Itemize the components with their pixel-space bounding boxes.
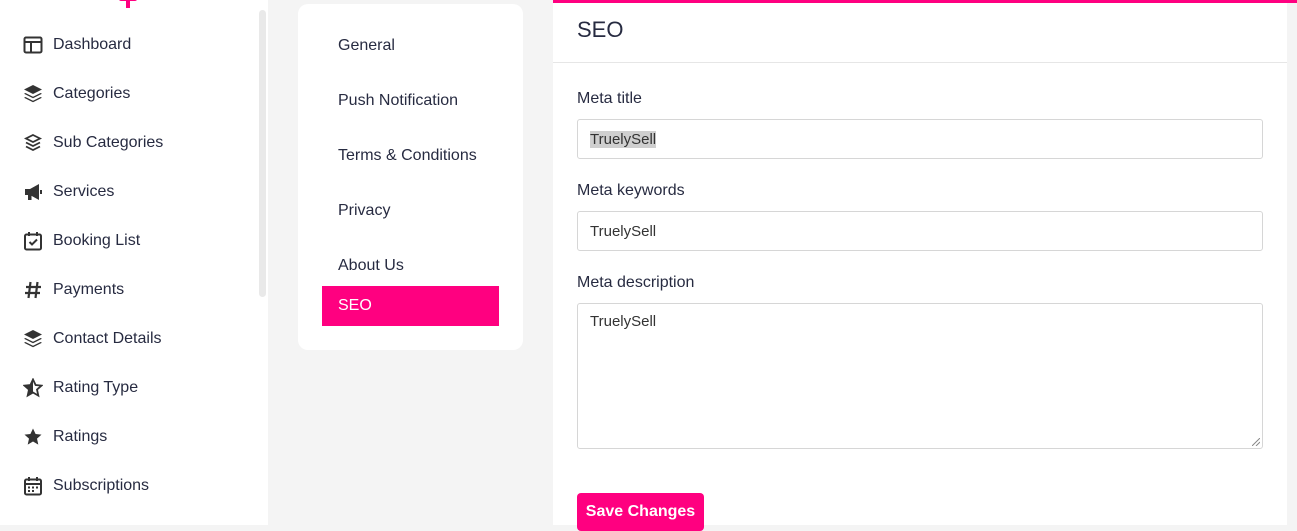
- calendar-check-icon: [22, 230, 44, 252]
- settings-item-general[interactable]: General: [338, 37, 395, 55]
- layers-outline-icon: [22, 132, 44, 154]
- meta-description-value: TruelySell: [590, 313, 657, 330]
- meta-title-input[interactable]: TruelySell: [577, 119, 1263, 159]
- sidebar: Dashboard Categories Sub Categories Serv…: [0, 0, 268, 525]
- dashboard-icon: [22, 34, 44, 56]
- meta-title-value: TruelySell: [590, 130, 657, 148]
- sidebar-item-categories[interactable]: Categories: [22, 82, 130, 106]
- megaphone-icon: [22, 181, 44, 203]
- sidebar-item-payments[interactable]: Payments: [22, 278, 124, 302]
- sidebar-item-label: Payments: [53, 281, 125, 298]
- resize-grip-icon[interactable]: [1252, 438, 1260, 446]
- meta-keywords-label: Meta keywords: [577, 182, 685, 199]
- save-changes-button[interactable]: Save Changes: [577, 493, 704, 531]
- logo-icon: [119, 0, 137, 8]
- calendar-icon: [22, 475, 44, 497]
- settings-item-push-notification[interactable]: Push Notification: [338, 92, 458, 110]
- star-icon: [22, 426, 44, 448]
- sidebar-item-label: Subscriptions: [53, 477, 150, 494]
- meta-keywords-value: TruelySell: [590, 222, 657, 240]
- sidebar-item-services[interactable]: Services: [22, 180, 114, 204]
- meta-title-label: Meta title: [577, 90, 642, 107]
- sidebar-item-contact-details[interactable]: Contact Details: [22, 327, 162, 351]
- meta-description-label: Meta description: [577, 274, 695, 291]
- sidebar-item-label: Ratings: [53, 428, 108, 445]
- sidebar-item-booking-list[interactable]: Booking List: [22, 229, 140, 253]
- settings-item-privacy[interactable]: Privacy: [338, 202, 390, 220]
- settings-item-terms-conditions[interactable]: Terms & Conditions: [338, 147, 477, 165]
- settings-item-about-us[interactable]: About Us: [338, 257, 404, 275]
- sidebar-item-label: Services: [53, 183, 115, 200]
- sidebar-item-sub-categories[interactable]: Sub Categories: [22, 131, 163, 155]
- sidebar-item-rating-type[interactable]: Rating Type: [22, 376, 138, 400]
- divider: [553, 62, 1287, 63]
- layers-icon: [22, 328, 44, 350]
- hash-icon: [22, 279, 44, 301]
- meta-keywords-input[interactable]: TruelySell: [577, 211, 1263, 251]
- sidebar-item-subscriptions[interactable]: Subscriptions: [22, 474, 149, 498]
- sidebar-scrollbar[interactable]: [259, 10, 266, 297]
- star-half-icon: [22, 377, 44, 399]
- page-title: SEO: [577, 17, 624, 42]
- sidebar-item-label: Booking List: [53, 232, 141, 249]
- sidebar-item-label: Dashboard: [53, 36, 132, 53]
- sidebar-item-label: Categories: [53, 85, 131, 102]
- settings-menu: General Push Notification Terms & Condit…: [298, 4, 523, 350]
- sidebar-item-ratings[interactable]: Ratings: [22, 425, 107, 449]
- meta-description-textarea[interactable]: TruelySell: [577, 303, 1263, 449]
- sidebar-item-label: Contact Details: [53, 330, 162, 347]
- sidebar-item-dashboard[interactable]: Dashboard: [22, 33, 131, 57]
- seo-panel: SEO Meta title TruelySell Meta keywords …: [553, 3, 1287, 531]
- sidebar-item-label: Sub Categories: [53, 134, 164, 151]
- page-gutter: [1287, 3, 1297, 525]
- settings-item-seo[interactable]: SEO: [322, 286, 499, 326]
- sidebar-item-label: Rating Type: [53, 379, 139, 396]
- layers-icon: [22, 83, 44, 105]
